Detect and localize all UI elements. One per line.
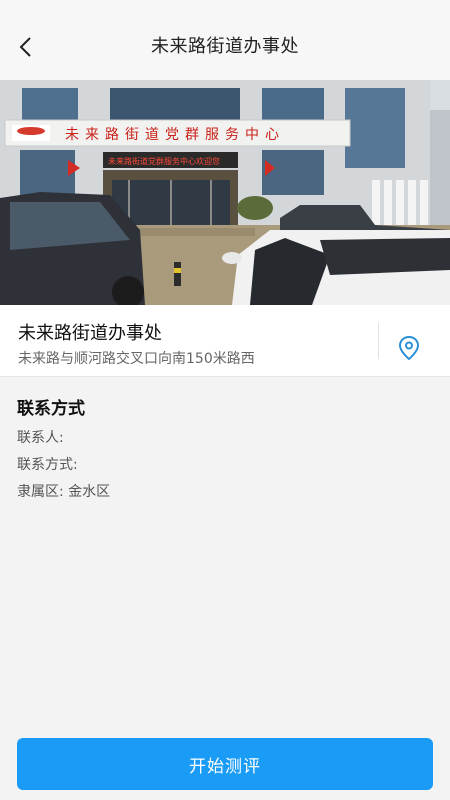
location-button[interactable] bbox=[390, 329, 428, 367]
location-pin-icon bbox=[398, 335, 420, 361]
contact-phone: 联系方式: bbox=[17, 457, 78, 473]
banner-text: 未来路街道党群服务中心 bbox=[65, 127, 285, 143]
vertical-divider bbox=[378, 323, 379, 359]
top-navigation-bar: 未来路街道办事处 bbox=[0, 0, 450, 80]
building-photo: 未来路街道党群服务中心 未来路街道党群服务中心欢迎您 bbox=[0, 80, 450, 305]
place-address: 未来路与顺河路交叉口向南150米路西 bbox=[18, 351, 255, 367]
led-sign-text: 未来路街道党群服务中心欢迎您 bbox=[108, 156, 220, 166]
contact-district: 隶属区: 金水区 bbox=[17, 484, 111, 500]
contact-section: 联系方式 联系人: 联系方式: 隶属区: 金水区 bbox=[0, 378, 450, 518]
place-info-card: 未来路街道办事处 未来路与顺河路交叉口向南150米路西 bbox=[0, 305, 450, 377]
page-title: 未来路街道办事处 bbox=[151, 36, 299, 57]
start-evaluation-button[interactable]: 开始测评 bbox=[17, 738, 433, 790]
contact-person: 联系人: bbox=[17, 430, 64, 446]
contact-heading: 联系方式 bbox=[17, 399, 85, 419]
place-name: 未来路街道办事处 bbox=[18, 323, 162, 344]
